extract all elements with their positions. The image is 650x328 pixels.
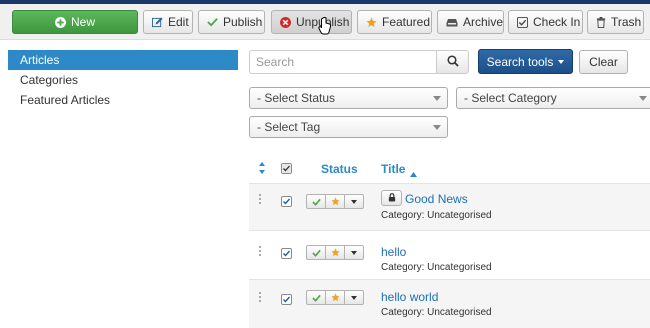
search-input[interactable]	[249, 50, 437, 74]
publish-button[interactable]: Publish	[198, 10, 265, 34]
article-category: Category: Uncategorised	[381, 307, 492, 318]
archive-icon	[446, 18, 458, 27]
row-checkbox[interactable]	[281, 294, 292, 305]
search-icon	[446, 54, 459, 70]
actions-dropdown-button[interactable]	[344, 245, 364, 260]
sidebar-item-articles[interactable]: Articles	[8, 50, 238, 70]
published-toggle-button[interactable]	[306, 290, 326, 305]
star-icon	[366, 16, 377, 28]
table-row: Good News Category: Uncategorised	[249, 184, 650, 230]
published-toggle-button[interactable]	[306, 245, 326, 260]
archive-button-label: Archive	[463, 15, 504, 29]
drag-handle-icon[interactable]	[259, 246, 263, 258]
article-category: Category: Uncategorised	[381, 210, 492, 221]
publish-button-label: Publish	[223, 15, 263, 29]
check-in-button-label: Check In	[533, 15, 581, 29]
article-title-link[interactable]: hello	[381, 245, 406, 259]
sidebar: Articles Categories Featured Articles	[8, 50, 238, 110]
trash-button-label: Trash	[611, 15, 642, 29]
chevron-down-icon	[351, 295, 357, 300]
row-status-button-group	[306, 245, 364, 260]
title-column-header[interactable]: Title	[381, 162, 405, 176]
search-tools-label: Search tools	[486, 54, 554, 69]
lock-icon	[388, 191, 396, 205]
drag-handle-icon[interactable]	[259, 194, 263, 206]
sort-ordering-icon[interactable]	[259, 162, 265, 177]
chevron-down-icon	[351, 250, 357, 255]
category-filter-select[interactable]: - Select Category	[456, 87, 650, 109]
status-filter-select[interactable]: - Select Status	[249, 87, 448, 109]
select-arrow-icon	[433, 96, 441, 101]
featured-button-label: Featured	[382, 15, 431, 29]
featured-toggle-button[interactable]	[325, 194, 345, 209]
new-button[interactable]: New	[12, 10, 138, 34]
check-in-button[interactable]: Check In	[508, 10, 583, 34]
row-checkbox[interactable]	[281, 196, 292, 207]
table-header: Status Title	[249, 155, 650, 183]
trash-icon	[596, 16, 606, 28]
times-circle-icon	[280, 16, 291, 28]
clear-button[interactable]: Clear	[579, 50, 628, 74]
article-title-link[interactable]: Good News	[405, 192, 468, 206]
featured-button[interactable]: Featured	[357, 10, 432, 34]
check-icon	[207, 17, 218, 27]
tag-filter-select[interactable]: - Select Tag	[249, 116, 448, 138]
status-filter-value: - Select Status	[257, 91, 336, 105]
drag-handle-icon[interactable]	[259, 292, 263, 304]
article-category: Category: Uncategorised	[381, 262, 492, 273]
article-title-link[interactable]: hello world	[381, 290, 438, 304]
sidebar-item-featured-articles[interactable]: Featured Articles	[8, 90, 238, 110]
unpublish-button[interactable]: Unpublish	[271, 10, 352, 34]
trash-button[interactable]: Trash	[587, 10, 644, 34]
row-status-button-group	[306, 194, 364, 209]
status-column-header[interactable]: Status	[321, 162, 358, 176]
select-arrow-icon	[433, 125, 441, 130]
archive-button[interactable]: Archive	[437, 10, 504, 34]
published-toggle-button[interactable]	[306, 194, 326, 209]
select-all-checkbox[interactable]	[281, 163, 292, 174]
sidebar-item-categories[interactable]: Categories	[8, 70, 238, 90]
new-button-label: New	[70, 15, 95, 29]
select-arrow-icon	[639, 96, 647, 101]
table-row: hello world Category: Uncategorised	[249, 280, 650, 328]
featured-toggle-button[interactable]	[325, 290, 345, 305]
checked-out-lock-button[interactable]	[381, 190, 402, 206]
edit-icon	[152, 16, 163, 28]
tag-filter-value: - Select Tag	[257, 120, 321, 134]
actions-dropdown-button[interactable]	[344, 194, 364, 209]
sort-asc-icon	[410, 166, 417, 180]
checkbox-icon	[517, 16, 528, 28]
edit-button[interactable]: Edit	[143, 10, 193, 34]
row-checkbox[interactable]	[281, 248, 292, 259]
chevron-down-icon	[351, 199, 357, 204]
search-button[interactable]	[436, 50, 469, 74]
chevron-down-icon	[558, 59, 565, 64]
plus-circle-icon	[54, 16, 66, 28]
table-row: hello Category: Uncategorised	[249, 231, 650, 279]
actions-dropdown-button[interactable]	[344, 290, 364, 305]
row-status-button-group	[306, 290, 364, 305]
search-tools-button[interactable]: Search tools	[478, 49, 573, 74]
category-filter-value: - Select Category	[464, 91, 557, 105]
edit-button-label: Edit	[168, 15, 189, 29]
mouse-cursor-icon	[318, 17, 332, 38]
featured-toggle-button[interactable]	[325, 245, 345, 260]
